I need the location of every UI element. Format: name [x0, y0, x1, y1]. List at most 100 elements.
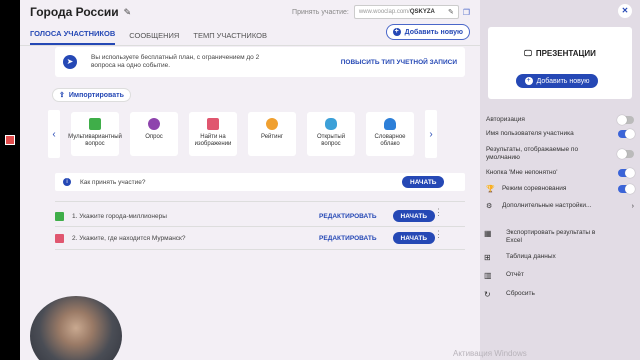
import-label: Импортировать: [68, 91, 124, 99]
tab-participant-votes[interactable]: ГОЛОСА УЧАСТНИКОВ: [30, 29, 116, 45]
webcam-overlay: [30, 296, 122, 360]
upgrade-account-link[interactable]: ПОВЫСИТЬ ТИП УЧЕТНОЙ ЗАПИСИ: [341, 59, 457, 66]
option-participant-name: Имя пользователя участника: [486, 129, 635, 139]
rating-icon: [266, 118, 278, 130]
add-new-button[interactable]: + Добавить новую: [385, 24, 470, 40]
type-label: Мультивариантный вопрос: [68, 134, 122, 147]
presentations-card: 🖵 ПРЕЗЕНТАЦИИ + Добавить новую: [488, 27, 632, 99]
dont-understand-toggle[interactable]: [618, 168, 635, 178]
tab-bar: ГОЛОСА УЧАСТНИКОВ СООБЩЕНИЯ ТЕМП УЧАСТНИ…: [20, 24, 480, 46]
question-row: 2. Укажите, где находится Мурманск? РЕДА…: [55, 230, 435, 246]
gear-icon: ⚙: [486, 203, 493, 210]
close-icon[interactable]: ✕: [618, 4, 632, 18]
edit-question-button[interactable]: РЕДАКТИРОВАТЬ: [319, 235, 376, 242]
question-text: 2. Укажите, где находится Мурманск?: [72, 235, 186, 242]
monitor-icon: 🖵: [524, 49, 532, 58]
more-options-icon[interactable]: ⋮: [434, 208, 443, 217]
trophy-icon: 🏆: [486, 186, 495, 193]
competition-mode-toggle[interactable]: [618, 184, 635, 194]
question-number: 2.: [72, 234, 78, 242]
option-label: Кнопка 'Мне непонятно': [486, 169, 558, 177]
more-options-icon[interactable]: ⋮: [434, 230, 443, 239]
data-table-action[interactable]: ⊞ Таблица данных: [484, 253, 606, 262]
action-label: Отчёт: [506, 271, 525, 278]
carousel-next-button[interactable]: ›: [425, 110, 437, 158]
poll-icon: [148, 118, 160, 130]
type-label: Открытый вопрос: [316, 134, 346, 147]
add-new-label: Добавить новую: [404, 28, 463, 36]
main-panel: Города России ✎ Принять участие: www.woo…: [20, 0, 480, 360]
option-label: Авторизация: [486, 116, 525, 124]
type-multiple-choice[interactable]: Мультивариантный вопрос: [68, 112, 122, 156]
option-advanced-settings[interactable]: ⚙ Дополнительные настройки... ›: [486, 202, 634, 210]
type-rating[interactable]: Рейтинг: [248, 112, 296, 156]
how-to-join-start-button[interactable]: НАЧАТЬ: [402, 176, 445, 188]
question-number: 1.: [72, 212, 78, 220]
app-frame: Города России ✎ Принять участие: www.woo…: [20, 0, 640, 360]
type-find-on-image[interactable]: Найти на изображении: [189, 112, 237, 156]
reset-action[interactable]: ↻ Сбросить: [484, 290, 606, 299]
edit-code-icon[interactable]: ✎: [448, 8, 454, 16]
image-icon: [207, 118, 219, 130]
action-label: Экспортировать результаты в Excel: [506, 229, 596, 244]
add-presentation-button[interactable]: + Добавить новую: [516, 74, 598, 88]
participant-name-toggle[interactable]: [618, 129, 635, 139]
import-button[interactable]: ⇪ Импортировать: [52, 88, 131, 102]
option-authorization: Авторизация: [486, 115, 634, 125]
copy-icon[interactable]: ❐: [463, 8, 470, 17]
settings-sidebar: ✕ 🖵 ПРЕЗЕНТАЦИИ + Добавить новую Авториза…: [480, 0, 640, 360]
edit-title-icon[interactable]: ✎: [124, 7, 132, 18]
open-question-icon: [325, 118, 337, 130]
question-type-carousel: ‹ Мультивариантный вопрос Опрос Найти на…: [48, 110, 456, 158]
option-label: Режим соревнования: [502, 185, 567, 193]
option-competition-mode: 🏆 Режим соревнования: [486, 184, 635, 194]
image-icon: [55, 233, 64, 243]
multiple-choice-icon: [89, 118, 101, 130]
default-results-toggle[interactable]: [617, 148, 634, 159]
option-label: Имя пользователя участника: [486, 130, 574, 138]
option-label: Дополнительные настройки...: [502, 202, 592, 210]
chart-icon: ▥: [484, 271, 492, 280]
authorization-toggle[interactable]: [617, 115, 634, 125]
type-label: Словарное облако: [374, 134, 406, 147]
presentations-title: 🖵 ПРЕЗЕНТАЦИИ: [488, 49, 632, 59]
presentations-label: ПРЕЗЕНТАЦИИ: [535, 49, 596, 58]
free-plan-notice: ➤ Вы используете бесплатный план, с огра…: [55, 47, 465, 77]
carousel-prev-button[interactable]: ‹: [48, 110, 60, 158]
top-bar: Города России ✎ Принять участие: www.woo…: [20, 0, 480, 24]
how-to-join-row: i Как принять участие? НАЧАТЬ: [55, 173, 465, 191]
join-url-prefix: www.wooclap.com/: [358, 9, 410, 15]
option-default-results: Результаты, отображаемые по умолчанию: [486, 146, 634, 161]
report-action[interactable]: ▥ Отчёт: [484, 271, 606, 280]
recording-indicator: [5, 135, 15, 145]
notice-text: Вы используете бесплатный план, с ограни…: [91, 54, 260, 69]
option-dont-understand: Кнопка 'Мне непонятно': [486, 168, 635, 178]
action-label: Таблица данных: [506, 253, 556, 260]
join-label: Принять участие:: [292, 8, 349, 16]
divider: [55, 249, 465, 250]
tab-participant-pace[interactable]: ТЕМП УЧАСТНИКОВ: [193, 31, 267, 45]
question-label: Укажите города-миллионеры: [79, 212, 167, 220]
action-label: Сбросить: [506, 290, 535, 297]
chevron-right-icon: ›: [631, 202, 634, 210]
type-open-question[interactable]: Открытый вопрос: [307, 112, 355, 156]
word-cloud-icon: [384, 118, 396, 130]
type-poll[interactable]: Опрос: [130, 112, 178, 156]
reset-icon: ↻: [484, 290, 491, 299]
plus-icon: +: [392, 28, 401, 36]
rocket-icon: ➤: [63, 55, 77, 69]
type-word-cloud[interactable]: Словарное облако: [366, 112, 414, 156]
join-url-field[interactable]: www.wooclap.com/QSKYZA ✎: [353, 5, 459, 19]
edit-question-button[interactable]: РЕДАКТИРОВАТЬ: [319, 213, 376, 220]
question-text: 1. Укажите города-миллионеры: [72, 213, 167, 220]
import-icon: ⇪: [59, 92, 65, 99]
windows-activation-watermark: Активация Windows: [453, 349, 527, 358]
tab-messages[interactable]: СООБЩЕНИЯ: [129, 31, 179, 45]
plus-icon: +: [524, 77, 533, 85]
type-label: Рейтинг: [260, 134, 284, 140]
grid-icon: ⊞: [484, 253, 491, 262]
start-question-button[interactable]: НАЧАТЬ: [392, 210, 435, 222]
multiple-choice-icon: [55, 211, 64, 221]
export-excel-action[interactable]: ▦ Экспортировать результаты в Excel: [484, 229, 606, 244]
start-question-button[interactable]: НАЧАТЬ: [392, 232, 435, 244]
